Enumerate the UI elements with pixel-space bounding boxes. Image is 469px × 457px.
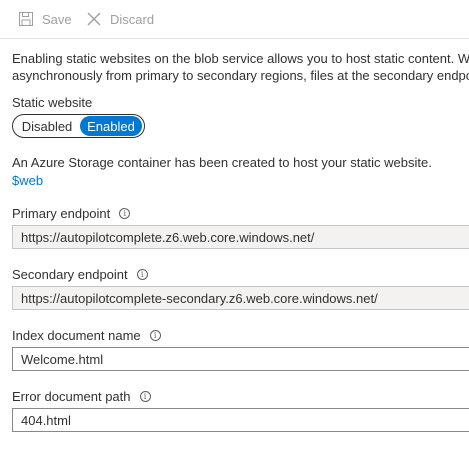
info-icon[interactable]: i bbox=[136, 269, 148, 280]
web-container-link[interactable]: $web bbox=[12, 173, 43, 188]
error-document-input[interactable]: 404.html bbox=[12, 408, 469, 432]
close-icon bbox=[86, 11, 102, 27]
info-icon[interactable]: i bbox=[119, 208, 131, 219]
index-document-input[interactable]: Welcome.html bbox=[12, 347, 469, 371]
primary-endpoint-field[interactable]: https://autopilotcomplete.z6.web.core.wi… bbox=[12, 225, 469, 249]
secondary-endpoint-field[interactable]: https://autopilotcomplete-secondary.z6.w… bbox=[12, 286, 469, 310]
save-label: Save bbox=[42, 11, 72, 27]
primary-endpoint-label-text: Primary endpoint bbox=[12, 206, 111, 221]
static-website-toggle[interactable]: Disabled Enabled bbox=[12, 114, 145, 138]
secondary-endpoint-label: Secondary endpoint i bbox=[12, 267, 148, 282]
primary-endpoint-value: https://autopilotcomplete.z6.web.core.wi… bbox=[21, 229, 315, 245]
secondary-endpoint-value: https://autopilotcomplete-secondary.z6.w… bbox=[21, 290, 378, 306]
description-line-1: Enabling static websites on the blob ser… bbox=[12, 51, 469, 66]
primary-endpoint-label: Primary endpoint i bbox=[12, 206, 131, 221]
index-document-label: Index document name i bbox=[12, 328, 161, 343]
index-document-value: Welcome.html bbox=[21, 351, 104, 367]
discard-label: Discard bbox=[110, 11, 155, 27]
description-line-2: asynchronously from primary to secondary… bbox=[12, 68, 469, 83]
error-document-label: Error document path i bbox=[12, 389, 151, 404]
info-icon[interactable]: i bbox=[139, 391, 151, 402]
toggle-option-disabled[interactable]: Disabled bbox=[14, 116, 80, 136]
toggle-option-enabled[interactable]: Enabled bbox=[80, 116, 142, 136]
error-document-value: 404.html bbox=[21, 412, 71, 428]
static-website-label: Static website bbox=[12, 95, 92, 110]
error-document-label-text: Error document path bbox=[12, 389, 131, 404]
static-website-label-text: Static website bbox=[12, 95, 93, 110]
save-icon bbox=[18, 11, 34, 27]
info-icon[interactable]: i bbox=[149, 330, 161, 341]
static-website-page: Save Discard Enabling static websites on… bbox=[0, 0, 469, 457]
container-note: An Azure Storage container has been crea… bbox=[12, 155, 432, 170]
index-document-label-text: Index document name bbox=[12, 328, 141, 343]
secondary-endpoint-label-text: Secondary endpoint bbox=[12, 267, 128, 282]
save-button[interactable]: Save bbox=[18, 8, 72, 30]
command-bar: Save Discard bbox=[0, 0, 469, 39]
description: Enabling static websites on the blob ser… bbox=[12, 50, 469, 84]
discard-button[interactable]: Discard bbox=[86, 8, 154, 30]
